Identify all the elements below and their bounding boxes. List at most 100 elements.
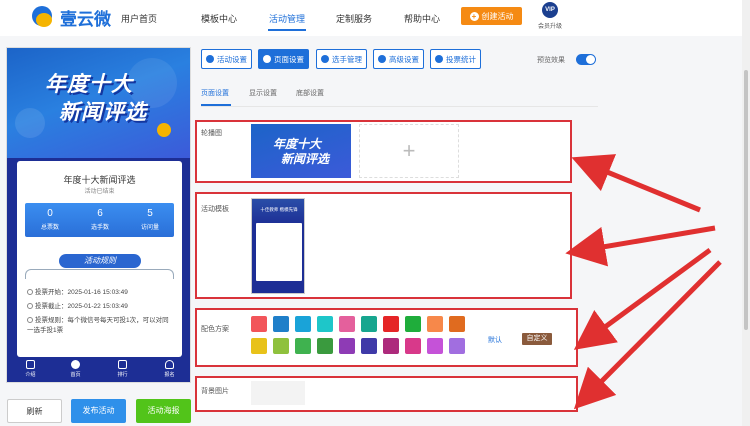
sliders-icon [378,55,386,63]
preview-toggle[interactable] [576,54,596,65]
gear-icon [206,55,214,63]
rules-button[interactable]: 活动规则 [59,254,141,268]
top-nav: 壹云微 用户首页 模板中心 活动管理 定制服务 帮助中心 + 创建活动 VIP … [0,0,750,36]
stats-panel: 0 总票数 6 选手数 5 访问量 [25,203,174,237]
logo-icon [30,5,56,30]
publish-button[interactable]: 发布活动 [71,399,126,423]
refresh-button[interactable]: 刷新 [7,399,62,423]
subtab-footer-settings[interactable]: 底部设置 [296,88,324,98]
home-icon [71,360,80,369]
nav-custom-service[interactable]: 定制服务 [336,12,372,25]
clock-icon [27,303,33,309]
info-vote-start: 投票开始：2025-01-16 15:03:49 [27,288,175,298]
color-swatch[interactable] [251,316,267,332]
logo-text: 壹云微 [60,10,111,29]
toggle-knob [586,55,595,64]
chart-icon [118,360,127,369]
tab-vote-statistics[interactable]: 投票统计 [430,49,481,69]
background-image-upload[interactable] [251,381,305,405]
color-swatch[interactable] [361,316,377,332]
nav-templates[interactable]: 模板中心 [201,12,237,25]
subtab-divider [201,106,598,107]
color-swatch[interactable] [449,316,465,332]
create-activity-button[interactable]: + 创建活动 [461,7,522,25]
color-swatch[interactable] [273,316,289,332]
stat-visits: 5 访问量 [140,208,159,231]
stat-contestants: 6 选手数 [90,208,109,231]
background-section: 背景图片 [195,376,578,412]
carousel-section: 轮播图 年度十大 新闻评选 + [195,120,572,183]
background-label: 背景图片 [201,388,229,395]
color-swatch[interactable] [339,316,355,332]
plus-icon: + [469,11,479,21]
carousel-image[interactable]: 年度十大 新闻评选 [251,124,351,178]
banner-title-line1: 年度十大 [45,73,133,96]
carousel-add-tile[interactable]: + [359,124,459,178]
page-scrollbar-thumb[interactable] [744,70,748,330]
color-swatch[interactable] [251,338,267,354]
color-scheme-section: 配色方案 默认 自定义 [195,308,578,367]
subtab-display-settings[interactable]: 显示设置 [249,88,277,98]
nav-home[interactable]: 用户首页 [121,12,157,25]
banner-title-line2: 新闻评选 [59,101,147,124]
activity-card: 年度十大新闻评选 活动已结束 0 总票数 6 选手数 5 访问量 活动规则 投票开始：… [17,161,182,357]
color-swatch[interactable] [383,316,399,332]
tab-advanced-settings[interactable]: 高级设置 [373,49,424,69]
create-activity-label: 创建活动 [481,11,514,21]
tab-ranking[interactable]: 排行 [104,360,141,378]
custom-color-button[interactable]: 自定义 [522,333,552,345]
color-swatch[interactable] [405,338,421,354]
poster-button[interactable]: 活动海报 [136,399,191,423]
preview-label: 预览效果 [537,57,565,64]
color-swatch[interactable] [405,316,421,332]
nav-active-indicator [268,29,306,31]
color-swatch[interactable] [383,338,399,354]
logo[interactable]: 壹云微 [30,5,111,30]
preview-banner: 年度十大 新闻评选 [7,48,190,158]
color-swatch[interactable] [317,338,333,354]
color-swatch[interactable] [295,338,311,354]
nav-activity-management[interactable]: 活动管理 [269,12,305,25]
tab-contestant-management[interactable]: 选手管理 [316,49,367,69]
color-swatch[interactable] [449,338,465,354]
rules-frame [25,269,174,279]
activity-title: 年度十大新闻评选 [63,175,136,185]
vip-badge-icon: VIP [542,2,558,18]
vip-upgrade[interactable]: VIP 会员升级 [537,2,563,36]
users-icon [321,55,329,63]
template-thumbnail[interactable]: 十佳教师 楷模先锋 [251,198,305,294]
tab-page-settings[interactable]: 页面设置 [258,49,309,69]
info-vote-rule: 投票规则：每个微信号每天可投1次，可以对同一选手投1票 [27,317,169,334]
color-swatch[interactable] [295,316,311,332]
default-color-link[interactable]: 默认 [488,335,502,345]
color-swatch[interactable] [427,338,443,354]
clock-icon [27,289,33,295]
bar-chart-icon [435,55,443,63]
stat-total-votes: 0 总票数 [40,208,59,231]
info-icon [27,317,33,323]
info-vote-end: 投票截止：2025-01-22 15:03:49 [27,302,175,312]
color-swatch[interactable] [339,338,355,354]
phone-preview: 年度十大 新闻评选 年度十大新闻评选 活动已结束 0 总票数 6 选手数 5 访问量 … [6,47,191,383]
template-section: 活动模板 十佳教师 楷模先锋 [195,192,572,299]
color-swatch[interactable] [317,316,333,332]
subtab-page-settings[interactable]: 页面设置 [201,88,229,98]
template-label: 活动模板 [201,206,229,213]
color-scheme-label: 配色方案 [201,326,229,333]
preview-tabbar: 介绍 首页 排行 报名 [7,357,190,382]
color-swatch[interactable] [427,316,443,332]
nav-help-center[interactable]: 帮助中心 [404,12,440,25]
activity-status: 活动已结束 [84,189,115,195]
subtab-active-indicator [201,104,231,106]
tab-intro[interactable]: 介绍 [12,360,49,378]
tab-home[interactable]: 首页 [57,360,94,378]
color-swatch[interactable] [361,338,377,354]
tab-signup[interactable]: 报名 [151,360,188,378]
document-icon [26,360,35,369]
carousel-label: 轮播图 [201,130,222,137]
user-icon [165,360,174,369]
tab-activity-settings[interactable]: 活动设置 [201,49,252,69]
vip-upgrade-label: 会员升级 [537,24,562,30]
color-swatch[interactable] [273,338,289,354]
gear-icon [263,55,271,63]
